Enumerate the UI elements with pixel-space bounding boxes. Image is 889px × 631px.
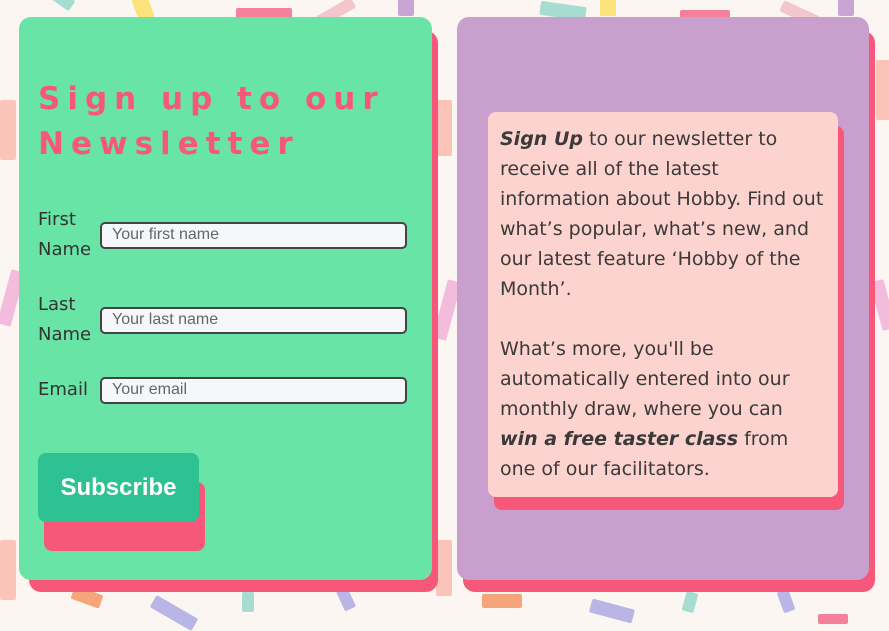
info-paragraph-2: What’s more, you'll be automatically ent… bbox=[500, 334, 826, 484]
last-name-input[interactable] bbox=[100, 306, 407, 334]
info-paragraph-2-text-a: What’s more, you'll be automatically ent… bbox=[500, 338, 790, 420]
info-paragraph-1-text: to our newsletter to receive all of the … bbox=[500, 128, 824, 300]
first-name-row: First Name bbox=[38, 205, 407, 265]
last-name-label: Last Name bbox=[38, 294, 92, 345]
sign-up-emphasis: Sign Up bbox=[500, 128, 583, 150]
info-box: Sign Up to our newsletter to receive all… bbox=[488, 112, 838, 497]
first-name-input[interactable] bbox=[100, 221, 407, 249]
email-row: Email bbox=[38, 375, 407, 405]
info-paragraph-1: Sign Up to our newsletter to receive all… bbox=[500, 124, 826, 304]
last-name-row: Last Name bbox=[38, 290, 407, 350]
first-name-label: First Name bbox=[38, 209, 92, 260]
email-label: Email bbox=[38, 379, 88, 400]
newsletter-heading: Sign up to our Newsletter bbox=[38, 81, 385, 162]
subscribe-button[interactable]: Subscribe bbox=[38, 453, 199, 522]
free-class-emphasis: win a free taster class bbox=[500, 428, 739, 450]
newsletter-form-card: Sign up to our Newsletter First Name Las… bbox=[19, 17, 432, 580]
email-input[interactable] bbox=[100, 376, 407, 404]
